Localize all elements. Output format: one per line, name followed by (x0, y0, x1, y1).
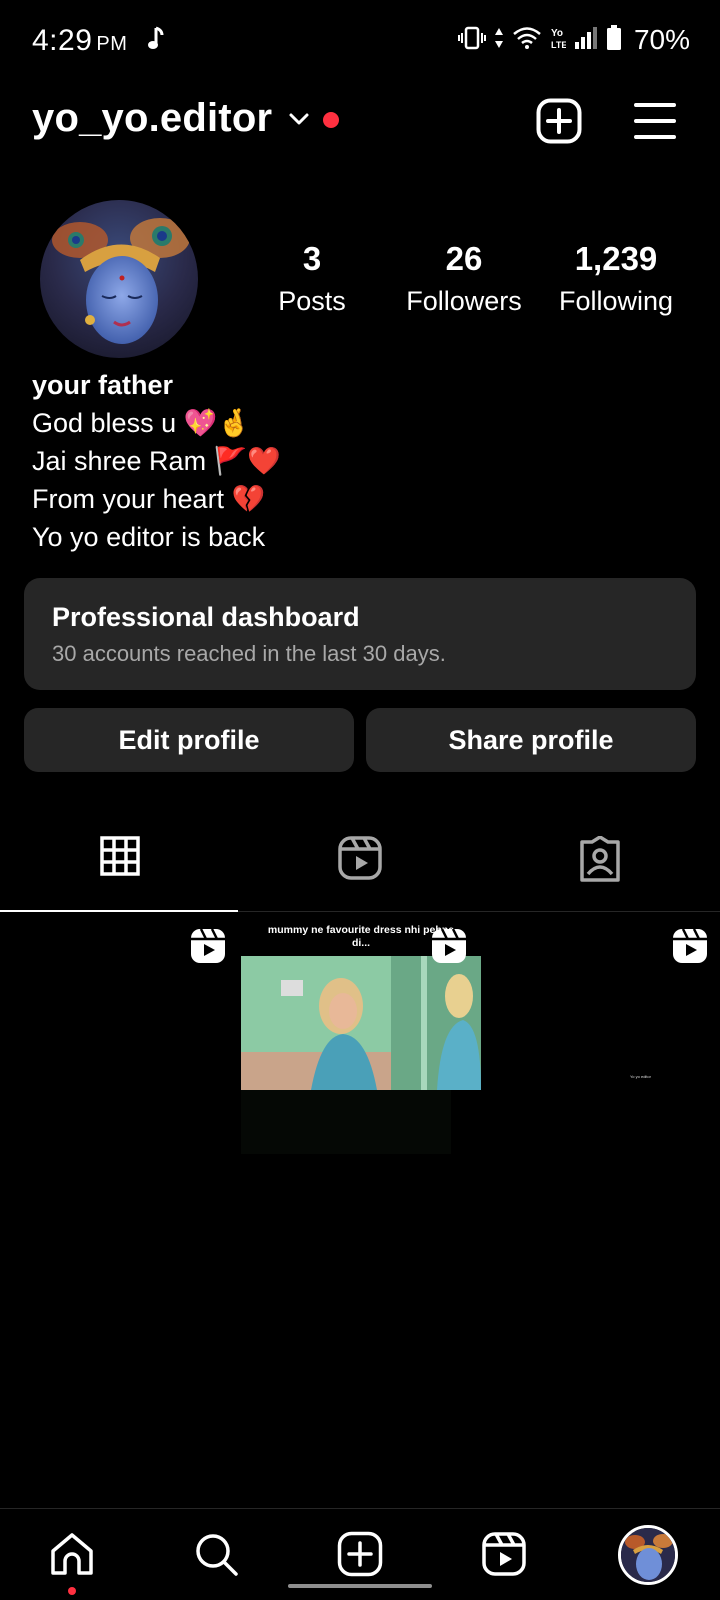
chevron-down-icon[interactable] (288, 112, 310, 131)
reels-icon (338, 836, 382, 885)
profile-tabs (0, 835, 720, 912)
posts-grid: mummy ne favourite dress nhi pehne di...… (0, 914, 720, 1154)
home-icon (49, 1531, 95, 1582)
stat-posts[interactable]: 3 Posts (232, 240, 392, 317)
create-icon (337, 1531, 383, 1582)
post-thumbnail[interactable]: Yo yo editor (482, 914, 720, 1154)
nav-search[interactable] (191, 1531, 241, 1581)
signal-icon (574, 26, 598, 54)
reels-icon (482, 1531, 526, 1581)
post-caption: Yo yo editor (630, 1074, 651, 1079)
share-profile-button[interactable]: Share profile (366, 708, 696, 772)
tab-posts[interactable] (0, 836, 240, 912)
reel-icon (672, 928, 708, 964)
battery-percent: 70% (633, 24, 690, 55)
search-icon (193, 1531, 239, 1582)
tab-reels[interactable] (240, 836, 480, 912)
battery-icon (606, 24, 622, 56)
gesture-bar (288, 1584, 432, 1588)
nav-create[interactable] (335, 1531, 385, 1581)
post-image (241, 956, 481, 1090)
nav-reels[interactable] (479, 1531, 529, 1581)
vibrate-icon (457, 26, 486, 55)
nav-profile-avatar[interactable] (618, 1525, 678, 1585)
menu-icon[interactable] (634, 102, 676, 145)
volte-icon: Yo LTE (550, 26, 567, 55)
professional-dashboard-card[interactable]: Professional dashboard 30 accounts reach… (24, 578, 696, 690)
reel-icon (190, 928, 226, 964)
svg-text:Yo: Yo (551, 28, 563, 39)
tab-tagged[interactable] (480, 835, 720, 912)
post-thumbnail[interactable]: mummy ne favourite dress nhi pehne di... (241, 914, 481, 1154)
bio-line: Yo yo editor is back (32, 522, 266, 552)
post-image-bottom (241, 1090, 451, 1154)
notification-dot (323, 112, 339, 128)
bio-line: Jai shree Ram 🚩❤️ (32, 446, 281, 476)
svg-text:LTE: LTE (551, 40, 566, 50)
profile-header: yo_yo.editor (0, 90, 720, 150)
profile-avatar[interactable] (40, 200, 198, 358)
status-time: 4:29 PM (32, 24, 128, 57)
grid-icon (100, 836, 140, 881)
edit-profile-button[interactable]: Edit profile (24, 708, 354, 772)
profile-name: your father (32, 370, 174, 400)
stat-followers[interactable]: 26 Followers (384, 240, 544, 317)
bio-line: God bless u 💖🤞 (32, 408, 251, 438)
music-note-icon (148, 26, 164, 57)
nav-home[interactable] (47, 1531, 97, 1581)
home-notification-dot (68, 1587, 76, 1595)
dashboard-title: Professional dashboard (52, 602, 360, 632)
bio-line: From your heart 💔 (32, 484, 266, 514)
wifi-icon (512, 26, 542, 55)
dashboard-subtitle: 30 accounts reached in the last 30 days. (52, 641, 446, 666)
data-arrows-icon (494, 27, 504, 54)
active-tab-indicator (0, 910, 238, 912)
status-bar: 4:29 PM Yo LTE 70% (0, 0, 720, 84)
stat-following[interactable]: 1,239 Following (536, 240, 696, 317)
reel-icon (431, 928, 467, 964)
post-thumbnail[interactable] (0, 914, 240, 1154)
profile-bio: your father God bless u 💖🤞 Jai shree Ram… (32, 366, 281, 556)
create-icon[interactable] (536, 98, 582, 149)
tagged-icon (578, 835, 622, 887)
username-switcher[interactable]: yo_yo.editor (32, 96, 272, 141)
